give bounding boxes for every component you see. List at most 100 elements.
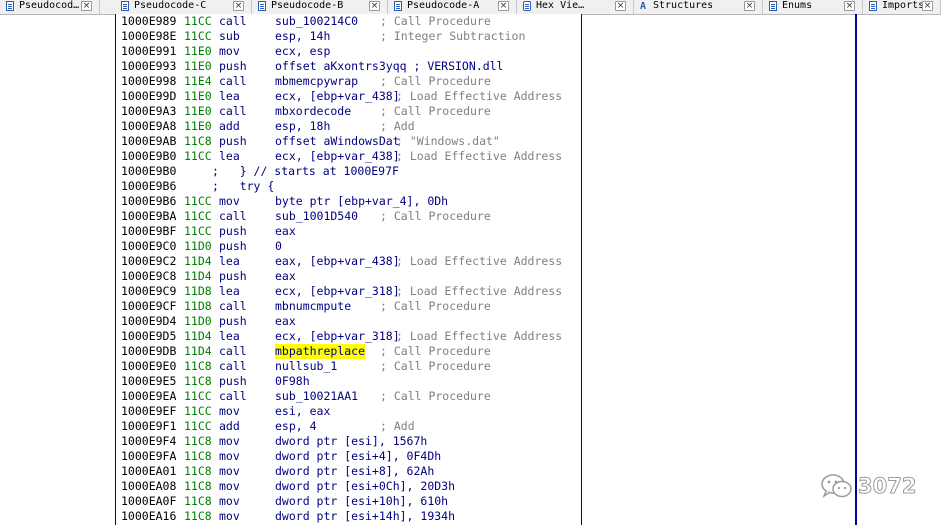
watermark: 3072 bbox=[820, 472, 935, 502]
operand[interactable]: esi, eax bbox=[275, 404, 330, 419]
tab-structures[interactable]: A Structures × bbox=[634, 0, 763, 14]
address: 1000E9EA bbox=[121, 389, 177, 403]
listing-line[interactable]: 1000EA08 11C8 mov dword ptr [esi+0Ch], 20D3… bbox=[116, 479, 581, 494]
listing-line[interactable]: 1000E99D 11E0 lea ecx, [ebp+var_438]; Load … bbox=[116, 89, 581, 104]
operand[interactable]: offset aWindowsDat bbox=[275, 134, 400, 149]
listing-line[interactable]: 1000E9AB 11C8 push offset aWindowsDat; "Win… bbox=[116, 134, 581, 149]
stack-pointer: 11D0 bbox=[184, 314, 212, 328]
listing-line[interactable]: 1000E9A3 11E0 call mbxordecode ; Call Proced… bbox=[116, 104, 581, 119]
mnemonic: call bbox=[219, 74, 247, 88]
mnemonic: push bbox=[219, 224, 247, 238]
tab-pseudocode-a[interactable]: Pseudocode-A × bbox=[388, 0, 517, 14]
close-tab-icon[interactable]: × bbox=[844, 1, 855, 11]
listing-line[interactable]: 1000E9D5 11D4 lea ecx, [ebp+var_318]; Load … bbox=[116, 329, 581, 344]
operand[interactable]: offset aKxontrs3yqq ; VERSION.dll bbox=[275, 59, 503, 74]
operand[interactable]: dword ptr [esi+4], 0F4Dh bbox=[275, 449, 441, 464]
listing-line[interactable]: 1000EA0F 11C8 mov dword ptr [esi+10h], 610h bbox=[116, 494, 581, 509]
close-tab-icon[interactable]: × bbox=[233, 1, 244, 11]
operand[interactable]: ecx, [ebp+var_318] bbox=[275, 329, 400, 344]
operand[interactable]: 0F98h bbox=[275, 374, 310, 389]
comment: ; Call Procedure bbox=[380, 74, 491, 88]
tab-enums[interactable]: Enums × bbox=[763, 0, 863, 14]
stack-pointer: 11C8 bbox=[184, 359, 212, 373]
operand[interactable]: 0 bbox=[275, 239, 282, 254]
listing-line[interactable]: 1000E9A8 11E0 add esp, 18h ; Add bbox=[116, 119, 581, 134]
mnemonic: mov bbox=[219, 509, 240, 523]
tab-imports[interactable]: Imports × bbox=[863, 0, 941, 14]
listing-line[interactable]: 1000E9BA 11CC call sub_1001D540 ; Call Proce… bbox=[116, 209, 581, 224]
operand[interactable]: esp, 4 bbox=[275, 419, 317, 434]
operand[interactable]: byte ptr [ebp+var_4], 0Dh bbox=[275, 194, 448, 209]
close-tab-icon[interactable]: × bbox=[81, 1, 92, 11]
listing-line[interactable]: 1000E9C9 11D8 lea ecx, [ebp+var_318]; Load … bbox=[116, 284, 581, 299]
listing-line[interactable]: 1000E9CF 11D8 call mbnumcmpute ; Call Proced… bbox=[116, 299, 581, 314]
listing-line[interactable]: 1000E9B6 ; try { bbox=[116, 179, 581, 194]
operand[interactable]: eax, [ebp+var_438] bbox=[275, 254, 400, 269]
operand[interactable]: esp, 14h bbox=[275, 29, 330, 44]
operand[interactable]: ecx, esp bbox=[275, 44, 330, 59]
tab-hex-vie[interactable]: Hex Vie… × bbox=[517, 0, 634, 14]
operand[interactable]: sub_10021AA1 bbox=[275, 389, 358, 404]
tab-pseudocode-b[interactable]: Pseudocode-B × bbox=[252, 0, 388, 14]
hex-view-icon bbox=[523, 1, 531, 11]
listing-line[interactable]: 1000E9EA 11CC call sub_10021AA1 ; Call Proce… bbox=[116, 389, 581, 404]
mnemonic: mov bbox=[219, 494, 240, 508]
operand[interactable]: mbnumcmpute bbox=[275, 299, 351, 314]
operand[interactable]: ecx, [ebp+var_318] bbox=[275, 284, 400, 299]
tab-label: Pseudocod… bbox=[19, 0, 80, 11]
listing-line[interactable]: 1000E9BF 11CC push eax bbox=[116, 224, 581, 239]
listing-line[interactable]: 1000E998 11E4 call mbmemcpywrap ; Call Proce… bbox=[116, 74, 581, 89]
listing-line[interactable]: 1000E9E5 11C8 push 0F98h bbox=[116, 374, 581, 389]
listing-line[interactable]: 1000EA01 11C8 mov dword ptr [esi+8], 62Ah bbox=[116, 464, 581, 479]
listing-line[interactable]: 1000E9EF 11CC mov esi, eax bbox=[116, 404, 581, 419]
tab-pseudocod[interactable]: Pseudocod… × bbox=[0, 0, 100, 14]
operand[interactable]: ecx, [ebp+var_438] bbox=[275, 89, 400, 104]
listing-line[interactable]: 1000E9C8 11D4 push eax bbox=[116, 269, 581, 284]
listing-line[interactable]: 1000EA16 11C8 mov dword ptr [esi+14h], 1934… bbox=[116, 509, 581, 524]
operand[interactable]: dword ptr [esi+14h], 1934h bbox=[275, 509, 455, 524]
operand[interactable]: eax bbox=[275, 224, 296, 239]
operand[interactable]: mbpathreplace bbox=[275, 344, 366, 359]
operand[interactable]: dword ptr [esi+0Ch], 20D3h bbox=[275, 479, 455, 494]
listing-line[interactable]: 1000E9FA 11C8 mov dword ptr [esi+4], 0F4Dh bbox=[116, 449, 581, 464]
listing-line[interactable]: 1000E9C2 11D4 lea eax, [ebp+var_438]; Load … bbox=[116, 254, 581, 269]
operand[interactable]: sub_1001D540 bbox=[275, 209, 358, 224]
listing-line[interactable]: 1000E989 11CC call sub_100214C0 ; Call Proce… bbox=[116, 14, 581, 29]
address: 1000E9A8 bbox=[121, 119, 177, 133]
stack-pointer: 11CC bbox=[184, 389, 212, 403]
operand[interactable]: eax bbox=[275, 269, 296, 284]
operand[interactable]: mbmemcpywrap bbox=[275, 74, 358, 89]
listing-line[interactable]: 1000E9F1 11CC add esp, 4 ; Add bbox=[116, 419, 581, 434]
operand[interactable]: sub_100214C0 bbox=[275, 14, 358, 29]
listing-line[interactable]: 1000E9C0 11D0 push 0 bbox=[116, 239, 581, 254]
listing-line[interactable]: 1000E98E 11CC sub esp, 14h ; Integer Subtrac… bbox=[116, 29, 581, 44]
listing-line[interactable]: 1000E9E0 11C8 call nullsub_1 ; Call Procedur… bbox=[116, 359, 581, 374]
operand[interactable]: nullsub_1 bbox=[275, 359, 337, 374]
operand[interactable]: dword ptr [esi+8], 62Ah bbox=[275, 464, 434, 479]
stack-pointer: 11C8 bbox=[184, 494, 212, 508]
listing-line[interactable]: 1000E9D4 11D0 push eax bbox=[116, 314, 581, 329]
operand[interactable]: ecx, [ebp+var_438] bbox=[275, 149, 400, 164]
operand[interactable]: dword ptr [esi+10h], 610h bbox=[275, 494, 448, 509]
close-tab-icon[interactable]: × bbox=[744, 1, 755, 11]
tab-pseudocode-c[interactable]: Pseudocode-C × bbox=[115, 0, 252, 14]
disassembly-view[interactable]: 1000E989 11CC call sub_100214C0 ; Call Proce… bbox=[115, 14, 582, 525]
operand[interactable]: dword ptr [esi], 1567h bbox=[275, 434, 427, 449]
listing-line[interactable]: 1000E9B6 11CC mov byte ptr [ebp+var_4], 0Dh bbox=[116, 194, 581, 209]
listing-line[interactable]: 1000E993 11E0 push offset aKxontrs3yqq ; VE… bbox=[116, 59, 581, 74]
mnemonic: push bbox=[219, 314, 247, 328]
close-tab-icon[interactable]: × bbox=[369, 1, 380, 11]
listing-line[interactable]: 1000E9B0 ; } // starts at 1000E97F bbox=[116, 164, 581, 179]
operand[interactable]: eax bbox=[275, 314, 296, 329]
listing-line[interactable]: 1000E9DB 11D4 call mbpathreplace ; Call Proc… bbox=[116, 344, 581, 359]
listing-line[interactable]: 1000E991 11E0 mov ecx, esp bbox=[116, 44, 581, 59]
close-tab-icon[interactable]: × bbox=[922, 1, 933, 11]
operand[interactable]: mbxordecode bbox=[275, 104, 351, 119]
listing-line[interactable]: 1000E9B0 11CC lea ecx, [ebp+var_438]; Load … bbox=[116, 149, 581, 164]
close-tab-icon[interactable]: × bbox=[615, 1, 626, 11]
listing-line[interactable]: 1000E9F4 11C8 mov dword ptr [esi], 1567h bbox=[116, 434, 581, 449]
mnemonic: call bbox=[219, 344, 247, 358]
close-tab-icon[interactable]: × bbox=[498, 1, 509, 11]
mnemonic: mov bbox=[219, 434, 240, 448]
operand[interactable]: esp, 18h bbox=[275, 119, 330, 134]
